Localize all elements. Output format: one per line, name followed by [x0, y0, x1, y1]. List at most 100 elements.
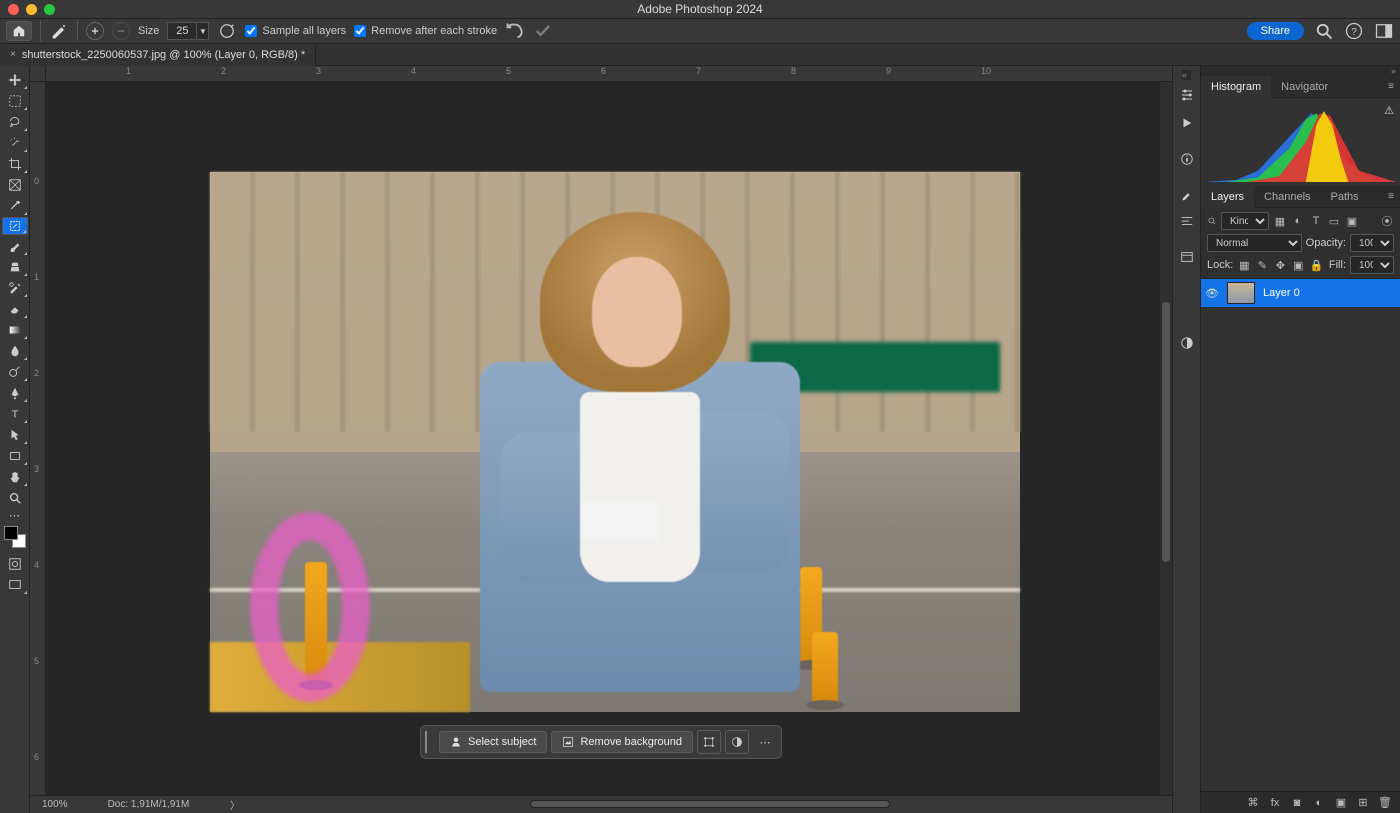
layer-fx-icon[interactable]: fx	[1268, 796, 1282, 810]
quick-mask-icon[interactable]	[2, 554, 28, 574]
layer-row[interactable]: 👁 Layer 0	[1201, 279, 1400, 307]
layer-thumbnail[interactable]	[1227, 282, 1255, 304]
adjustment-layer-icon[interactable]: ◐	[1312, 796, 1326, 810]
layer-list[interactable]: 👁 Layer 0	[1201, 279, 1400, 791]
eyedropper-tool[interactable]	[2, 196, 28, 216]
brush-settings-icon[interactable]	[217, 21, 237, 41]
blur-tool[interactable]	[2, 341, 28, 361]
lock-all-icon[interactable]: 🔒	[1309, 258, 1323, 272]
tool-preset-icon[interactable]	[49, 21, 69, 41]
share-button[interactable]: Share	[1247, 22, 1304, 40]
layer-mask-icon[interactable]: ◙	[1290, 796, 1304, 810]
sample-all-layers-checkbox[interactable]: Sample all layers	[245, 25, 346, 37]
magic-wand-tool[interactable]	[2, 133, 28, 153]
libraries-panel-icon[interactable]	[1176, 246, 1198, 268]
path-selection-tool[interactable]	[2, 425, 28, 445]
history-brush-tool[interactable]	[2, 278, 28, 298]
pen-tool[interactable]	[2, 383, 28, 403]
gradient-tool[interactable]	[2, 320, 28, 340]
select-subject-button[interactable]: Select subject	[439, 731, 547, 753]
panel-menu-icon[interactable]: ≡	[1388, 81, 1400, 92]
group-layers-icon[interactable]: ▣	[1334, 796, 1348, 810]
info-panel-icon[interactable]	[1176, 148, 1198, 170]
undo-stroke-icon[interactable]	[505, 21, 525, 41]
comments-panel-icon[interactable]	[1176, 332, 1198, 354]
lock-transparent-icon[interactable]: ▦	[1237, 258, 1251, 272]
brush-tool[interactable]	[2, 236, 28, 256]
color-swatches[interactable]	[4, 526, 26, 548]
close-tab-icon[interactable]: ×	[10, 49, 16, 60]
hand-tool[interactable]	[2, 467, 28, 487]
more-tools-icon[interactable]: ⋯	[2, 509, 28, 521]
tab-histogram[interactable]: Histogram	[1201, 76, 1271, 98]
tab-channels[interactable]: Channels	[1254, 186, 1320, 208]
vertical-scrollbar[interactable]	[1160, 82, 1172, 795]
tab-paths[interactable]: Paths	[1321, 186, 1369, 208]
collapse-arrows-icon[interactable]: «	[1182, 70, 1191, 80]
doc-size[interactable]: Doc: 1,91M/1,91M	[108, 799, 190, 810]
zoom-tool[interactable]	[2, 488, 28, 508]
rectangular-marquee-tool[interactable]	[2, 91, 28, 111]
help-icon[interactable]: ?	[1344, 21, 1364, 41]
brush-size-input[interactable]	[167, 22, 197, 40]
drag-handle-icon[interactable]	[425, 731, 431, 753]
remove-background-button[interactable]: Remove background	[551, 731, 693, 753]
apply-stroke-icon[interactable]	[533, 21, 553, 41]
brush-size-dropdown[interactable]: ▼	[197, 22, 209, 40]
clone-stamp-tool[interactable]	[2, 257, 28, 277]
home-button[interactable]	[6, 21, 32, 41]
rectangle-shape-tool[interactable]	[2, 446, 28, 466]
link-layers-icon[interactable]: ⌘	[1246, 796, 1260, 810]
eraser-tool[interactable]	[2, 299, 28, 319]
filter-adjustment-icon[interactable]: ◐	[1291, 214, 1305, 228]
lasso-tool[interactable]	[2, 112, 28, 132]
layer-visibility-icon[interactable]: 👁	[1205, 287, 1219, 300]
foreground-color-swatch[interactable]	[4, 526, 18, 540]
horizontal-scrollbar[interactable]	[270, 800, 1162, 810]
zoom-level[interactable]: 100%	[42, 799, 68, 810]
actions-panel-icon[interactable]	[1176, 112, 1198, 134]
filter-type-icon[interactable]: T	[1309, 214, 1323, 228]
canvas-area[interactable]: 12345678910 0123456	[30, 66, 1172, 813]
filter-toggle-icon[interactable]: ⦿	[1380, 214, 1394, 228]
fill-input[interactable]: 100%	[1350, 256, 1394, 274]
brush-add-mode-icon[interactable]	[86, 22, 104, 40]
lock-pixels-icon[interactable]: ✎	[1255, 258, 1269, 272]
delete-layer-icon[interactable]: 🗑	[1378, 796, 1392, 810]
panel-menu-icon[interactable]: ≡	[1388, 191, 1400, 202]
brush-subtract-mode-icon[interactable]	[112, 22, 130, 40]
opacity-input[interactable]: 100%	[1350, 234, 1394, 252]
blend-mode-select[interactable]: Normal	[1207, 234, 1302, 252]
brushes-panel-icon[interactable]	[1176, 184, 1198, 206]
canvas-image[interactable]	[210, 172, 1020, 712]
screen-mode-icon[interactable]	[2, 575, 28, 595]
crop-tool[interactable]	[2, 154, 28, 174]
status-flyout-icon[interactable]: 〉	[230, 797, 240, 812]
new-layer-icon[interactable]: ⊞	[1356, 796, 1370, 810]
lock-position-icon[interactable]: ✥	[1273, 258, 1287, 272]
tab-layers[interactable]: Layers	[1201, 186, 1254, 208]
layer-name[interactable]: Layer 0	[1263, 287, 1300, 299]
filter-pixel-icon[interactable]: ▦	[1273, 214, 1287, 228]
transform-icon[interactable]	[697, 730, 721, 754]
dodge-tool[interactable]	[2, 362, 28, 382]
move-tool[interactable]	[2, 70, 28, 90]
collapse-arrows-icon[interactable]: »	[1201, 66, 1400, 76]
remove-after-stroke-checkbox[interactable]: Remove after each stroke	[354, 25, 497, 37]
filter-smart-icon[interactable]: ▣	[1345, 214, 1359, 228]
search-icon[interactable]	[1314, 21, 1334, 41]
align-panel-icon[interactable]	[1176, 210, 1198, 232]
histogram-warning-icon[interactable]: ⚠	[1384, 104, 1394, 117]
workspace-switcher-icon[interactable]	[1374, 21, 1394, 41]
adjustments-icon[interactable]	[725, 730, 749, 754]
spot-healing-brush-tool[interactable]	[2, 217, 28, 235]
type-tool[interactable]: T	[2, 404, 28, 424]
more-options-icon[interactable]: ⋯	[753, 730, 777, 754]
adjustments-panel-icon[interactable]	[1176, 84, 1198, 106]
contextual-task-bar[interactable]: Select subject Remove background ⋯	[420, 725, 782, 759]
filter-shape-icon[interactable]: ▭	[1327, 214, 1341, 228]
document-tab[interactable]: × shutterstock_2250060537.jpg @ 100% (La…	[0, 44, 316, 66]
tab-navigator[interactable]: Navigator	[1271, 76, 1338, 98]
frame-tool[interactable]	[2, 175, 28, 195]
lock-artboard-icon[interactable]: ▣	[1291, 258, 1305, 272]
